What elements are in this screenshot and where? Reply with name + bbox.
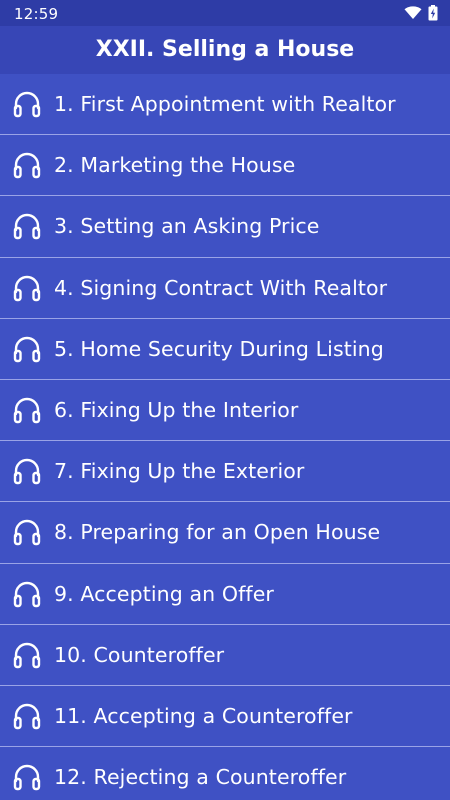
list-item-label: 11. Accepting a Counteroffer — [54, 703, 353, 728]
lesson-list: 1. First Appointment with Realtor 2. Mark… — [0, 74, 450, 800]
page-title: XXII. Selling a House — [95, 37, 355, 62]
list-item-label: 1. First Appointment with Realtor — [54, 92, 396, 117]
headphones-icon — [12, 211, 42, 241]
list-item-label: 2. Marketing the House — [54, 153, 296, 178]
list-item[interactable]: 2. Marketing the House — [0, 135, 450, 197]
list-item-label: 12. Rejecting a Counteroffer — [54, 765, 347, 790]
headphones-icon — [12, 456, 42, 486]
headphones-icon — [12, 395, 42, 425]
headphones-icon — [12, 579, 42, 609]
status-time: 12:59 — [14, 5, 59, 23]
list-item[interactable]: 5. Home Security During Listing — [0, 318, 450, 380]
status-icons — [398, 5, 438, 21]
status-bar: 12:59 — [0, 0, 450, 26]
app-bar: XXII. Selling a House — [0, 26, 450, 74]
list-item-label: 10. Counteroffer — [54, 642, 225, 667]
list-item[interactable]: 10. Counteroffer — [0, 624, 450, 686]
list-item[interactable]: 7. Fixing Up the Exterior — [0, 441, 450, 503]
list-item[interactable]: 8. Preparing for an Open House — [0, 502, 450, 564]
wifi-icon — [404, 6, 422, 19]
headphones-icon — [12, 273, 42, 303]
list-item-label: 9. Accepting an Offer — [54, 581, 274, 606]
list-item[interactable]: 12. Rejecting a Counteroffer — [0, 747, 450, 800]
list-item-label: 4. Signing Contract With Realtor — [54, 275, 388, 300]
list-item-label: 6. Fixing Up the Interior — [54, 398, 299, 423]
list-item[interactable]: 9. Accepting an Offer — [0, 563, 450, 625]
list-item-label: 8. Preparing for an Open House — [54, 520, 381, 545]
headphones-icon — [12, 701, 42, 731]
battery-charging-icon — [428, 5, 438, 21]
list-item[interactable]: 1. First Appointment with Realtor — [0, 74, 450, 136]
list-item-label: 5. Home Security During Listing — [54, 336, 384, 361]
list-item[interactable]: 11. Accepting a Counteroffer — [0, 685, 450, 748]
list-item[interactable]: 3. Setting an Asking Price — [0, 196, 450, 258]
list-item[interactable]: 4. Signing Contract With Realtor — [0, 257, 450, 319]
headphones-icon — [12, 640, 42, 670]
headphones-icon — [12, 762, 42, 792]
list-item[interactable]: 6. Fixing Up the Interior — [0, 379, 450, 442]
headphones-icon — [12, 334, 42, 364]
list-item-label: 3. Setting an Asking Price — [54, 214, 320, 239]
headphones-icon — [12, 89, 42, 119]
headphones-icon — [12, 150, 42, 180]
headphones-icon — [12, 517, 42, 547]
list-item-label: 7. Fixing Up the Exterior — [54, 459, 305, 484]
